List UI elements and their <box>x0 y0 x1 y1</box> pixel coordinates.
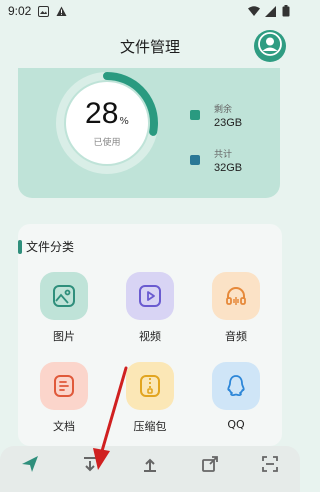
nav-scan-button[interactable] <box>260 456 280 476</box>
nav-download-button[interactable] <box>80 456 100 476</box>
status-icons-left <box>37 5 67 17</box>
category-item-images[interactable]: 图片 <box>34 272 94 352</box>
percent-unit: % <box>119 115 129 127</box>
upload-icon <box>141 455 159 477</box>
category-label: 图片 <box>53 330 75 343</box>
ring-center: 28 % 已使用 <box>66 82 148 164</box>
nav-send-button[interactable] <box>20 456 40 476</box>
category-card: 文件分类 图片 视频 音频 文档 压缩包 QQ <box>18 224 282 446</box>
used-label: 已使用 <box>93 137 121 148</box>
percent-row: 28 % <box>85 96 129 130</box>
archive-icon <box>126 362 174 410</box>
video-icon <box>126 272 174 320</box>
total-value: 32GB <box>214 162 243 174</box>
scan-icon <box>261 455 279 477</box>
category-item-archives[interactable]: 压缩包 <box>120 362 180 442</box>
total-label: 共计 <box>214 150 233 160</box>
send-icon <box>21 455 39 477</box>
category-header: 文件分类 <box>18 238 74 255</box>
image-icon <box>40 272 88 320</box>
storage-usage-ring: 28 % 已使用 <box>52 68 162 178</box>
storage-card: 28 % 已使用 剩余 23GB 共计 32GB <box>18 68 280 198</box>
wifi-icon <box>248 5 260 17</box>
nav-upload-button[interactable] <box>140 456 160 476</box>
warning-icon <box>55 5 67 17</box>
category-item-documents[interactable]: 文档 <box>34 362 94 442</box>
page-title: 文件管理 <box>119 37 180 56</box>
qq-icon <box>212 362 260 410</box>
category-item-qq[interactable]: QQ <box>206 362 266 442</box>
category-label: QQ <box>227 418 245 431</box>
battery-icon <box>280 5 292 17</box>
remaining-swatch <box>190 110 200 120</box>
total-swatch <box>190 155 200 165</box>
category-label: 音频 <box>225 330 247 343</box>
bottom-nav <box>0 446 300 492</box>
category-marker <box>18 239 22 254</box>
remaining-value: 23GB <box>214 117 243 129</box>
image-notification-icon <box>37 5 49 17</box>
legend-remaining: 剩余 23GB <box>190 102 242 129</box>
signal-icon <box>264 5 276 17</box>
used-percent-value: 28 <box>85 96 119 130</box>
category-title: 文件分类 <box>26 240 75 254</box>
nav-share-button[interactable] <box>200 456 220 476</box>
share-icon <box>201 455 219 477</box>
download-icon <box>81 455 99 477</box>
headphones-icon <box>212 272 260 320</box>
category-label: 视频 <box>139 330 161 343</box>
category-label: 压缩包 <box>133 420 167 433</box>
avatar-button[interactable] <box>254 30 286 62</box>
category-label: 文档 <box>53 420 75 433</box>
document-icon <box>40 362 88 410</box>
storage-legend: 剩余 23GB 共计 32GB <box>190 102 242 192</box>
app-header: 文件管理 <box>0 26 300 66</box>
status-icons-right <box>248 5 292 17</box>
category-item-audio[interactable]: 音频 <box>206 272 266 352</box>
remaining-label: 剩余 <box>214 105 233 115</box>
category-item-videos[interactable]: 视频 <box>120 272 180 352</box>
user-avatar-icon <box>258 32 282 60</box>
legend-total: 共计 32GB <box>190 147 242 174</box>
status-bar: 9:02 <box>0 0 300 22</box>
status-time: 9:02 <box>8 4 32 18</box>
